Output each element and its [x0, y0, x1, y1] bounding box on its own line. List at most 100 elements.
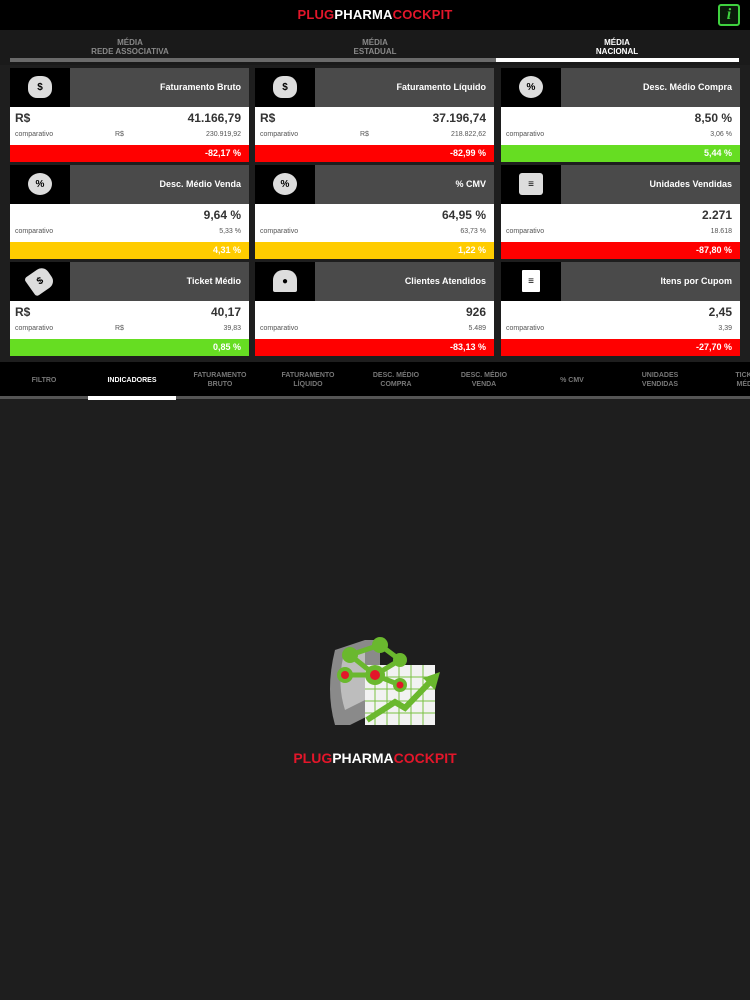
- card-body: R$ 40,17 comparativo R$ 39,83: [10, 301, 249, 339]
- tab-media-rede-associativa[interactable]: MÉDIA REDE ASSOCIATIVA: [10, 38, 250, 56]
- card-body: 9,64 % comparativo 5,33 %: [10, 204, 249, 242]
- card-title: Unidades Vendidas: [649, 179, 732, 189]
- customers-icon: ●: [273, 270, 297, 292]
- receipt-icon: ≡: [522, 270, 540, 292]
- app-title: PLUGPHARMACOCKPIT: [0, 7, 750, 22]
- card-header: $ Faturamento Líquido: [255, 68, 494, 107]
- indicator-card[interactable]: % % CMV 64,95 % comparativo 63,73 % 1,22 %: [255, 165, 494, 259]
- logo-graphic: [330, 637, 440, 725]
- card-body: R$ 37.196,74 comparativo R$ 218.822,62: [255, 107, 494, 145]
- nav-item[interactable]: DESC. MÉDIO COMPRA: [352, 362, 440, 398]
- nav-label-line1: UNIDADES: [641, 372, 679, 379]
- indicator-card[interactable]: % Desc. Médio Venda 9,64 % comparativo 5,33 …: [10, 165, 249, 259]
- card-header: % Desc. Médio Compra: [501, 68, 740, 107]
- scope-underline-active: [496, 58, 739, 62]
- bottom-nav: FILTRO INDICADORES FATURAMENTO BRUTO FATURAM…: [0, 362, 750, 398]
- card-value: 40,17: [210, 305, 241, 319]
- tab-label-line2: ESTADUAL: [353, 47, 397, 56]
- card-value: 37.196,74: [432, 111, 486, 125]
- card-icon-box: %: [255, 165, 315, 204]
- indicator-card[interactable]: $ Faturamento Líquido R$ 37.196,74 comparati…: [255, 68, 494, 162]
- delta-value: 4,31 %: [212, 245, 241, 255]
- indicator-card[interactable]: ● Clientes Atendidos 926 comparativo 5.489 -8…: [255, 262, 494, 356]
- nav-item[interactable]: TICKET MÉDIO: [704, 362, 750, 398]
- tab-media-estadual[interactable]: MÉDIA ESTADUAL: [255, 38, 495, 56]
- card-body: 2.271 comparativo 18.618: [501, 204, 740, 242]
- delta-value: -83,13 %: [449, 342, 486, 352]
- card-icon-box: %: [501, 68, 561, 107]
- indicator-card[interactable]: % Desc. Médio Compra 8,50 % comparativo 3,06…: [501, 68, 740, 162]
- card-icon-box: ●: [255, 262, 315, 301]
- indicator-card[interactable]: $ Faturamento Bruto R$ 41.166,79 comparativo…: [10, 68, 249, 162]
- indicator-card[interactable]: ≡ Itens por Cupom 2,45 comparativo 3,39 -27,7…: [501, 262, 740, 356]
- top-bar: PLUGPHARMACOCKPIT i: [0, 0, 750, 30]
- card-icon-box: $: [10, 68, 70, 107]
- comparison-value: 63,73 %: [460, 228, 486, 235]
- comparison-label: comparativo: [260, 325, 299, 332]
- card-value: 9,64 %: [203, 208, 241, 222]
- nav-item[interactable]: FILTRO: [0, 362, 88, 398]
- delta-bar: 4,31 %: [10, 242, 249, 259]
- comparison-currency: R$: [115, 325, 124, 332]
- nav-item[interactable]: DESC. MÉDIO VENDA: [440, 362, 528, 398]
- nav-label-line2: COMPRA: [380, 381, 412, 388]
- brand-cockpit: COCKPIT: [392, 7, 453, 22]
- comparison-label: comparativo: [260, 228, 299, 235]
- delta-value: 0,85 %: [212, 342, 241, 352]
- tab-media-nacional[interactable]: MÉDIA NACIONAL: [497, 38, 737, 56]
- nav-item[interactable]: UNIDADES VENDIDAS: [616, 362, 704, 398]
- card-header: ● Clientes Atendidos: [255, 262, 494, 301]
- nav-item[interactable]: FATURAMENTO LÍQUIDO: [264, 362, 352, 398]
- comparison-value: 5.489: [468, 325, 486, 332]
- nav-item[interactable]: % CMV: [528, 362, 616, 398]
- card-value: 2.271: [701, 208, 732, 222]
- card-header: ≡ Unidades Vendidas: [501, 165, 740, 204]
- logo-cockpit: COCKPIT: [393, 750, 457, 766]
- card-value: 2,45: [708, 305, 732, 319]
- nav-label-line1: FATURAMENTO: [193, 372, 247, 379]
- nav-underline-active: [88, 396, 176, 400]
- nav-item[interactable]: INDICADORES: [88, 362, 176, 398]
- nav-label-line2: LÍQUIDO: [293, 381, 323, 388]
- card-header: ≡ Itens por Cupom: [501, 262, 740, 301]
- comparison-label: comparativo: [506, 228, 545, 235]
- comparison-label: comparativo: [15, 325, 54, 332]
- tab-label-line1: MÉDIA: [117, 38, 143, 47]
- comparison-value: 218.822,62: [450, 131, 486, 138]
- card-title: Clientes Atendidos: [404, 276, 486, 286]
- nav-label-line1: FILTRO: [31, 376, 57, 384]
- logo-wordmark: PLUGPHARMACOCKPIT: [280, 750, 470, 766]
- comparison-currency: R$: [360, 131, 369, 138]
- card-body: 64,95 % comparativo 63,73 %: [255, 204, 494, 242]
- nav-label-line1: INDICADORES: [107, 376, 157, 384]
- delta-value: 5,44 %: [703, 148, 732, 158]
- indicator-card[interactable]: ≡ Unidades Vendidas 2.271 comparativo 18.618…: [501, 165, 740, 259]
- info-button[interactable]: i: [718, 4, 740, 26]
- brand-plug: PLUG: [297, 7, 335, 22]
- card-body: 926 comparativo 5.489: [255, 301, 494, 339]
- tab-label-line1: MÉDIA: [604, 38, 630, 47]
- nav-label-line2: VENDA: [471, 381, 497, 388]
- delta-value: -27,70 %: [695, 342, 732, 352]
- logo-plug: PLUG: [293, 750, 333, 766]
- card-body: R$ 41.166,79 comparativo R$ 230.919,92: [10, 107, 249, 145]
- card-title: Desc. Médio Venda: [159, 179, 241, 189]
- nav-item[interactable]: FATURAMENTO BRUTO: [176, 362, 264, 398]
- price-tag-icon: $: [23, 265, 57, 297]
- card-currency: R$: [260, 111, 276, 125]
- comparison-label: comparativo: [260, 131, 299, 138]
- percent-seal-icon: %: [519, 76, 543, 98]
- card-currency: R$: [15, 111, 31, 125]
- card-icon-box: ≡: [501, 262, 561, 301]
- nav-label-line2: MÉDIO: [736, 381, 750, 388]
- card-title: Faturamento Bruto: [160, 82, 241, 92]
- card-value: 8,50 %: [694, 111, 732, 125]
- money-bag-icon: $: [28, 76, 52, 98]
- brand-pharma: PHARMA: [334, 7, 393, 22]
- card-header: $ Faturamento Bruto: [10, 68, 249, 107]
- card-icon-box: $: [10, 262, 70, 301]
- card-currency: R$: [15, 305, 31, 319]
- delta-bar: -87,80 %: [501, 242, 740, 259]
- nav-label-line1: % CMV: [560, 376, 584, 384]
- indicator-card[interactable]: $ Ticket Médio R$ 40,17 comparativo R$ 39,83 0,…: [10, 262, 249, 356]
